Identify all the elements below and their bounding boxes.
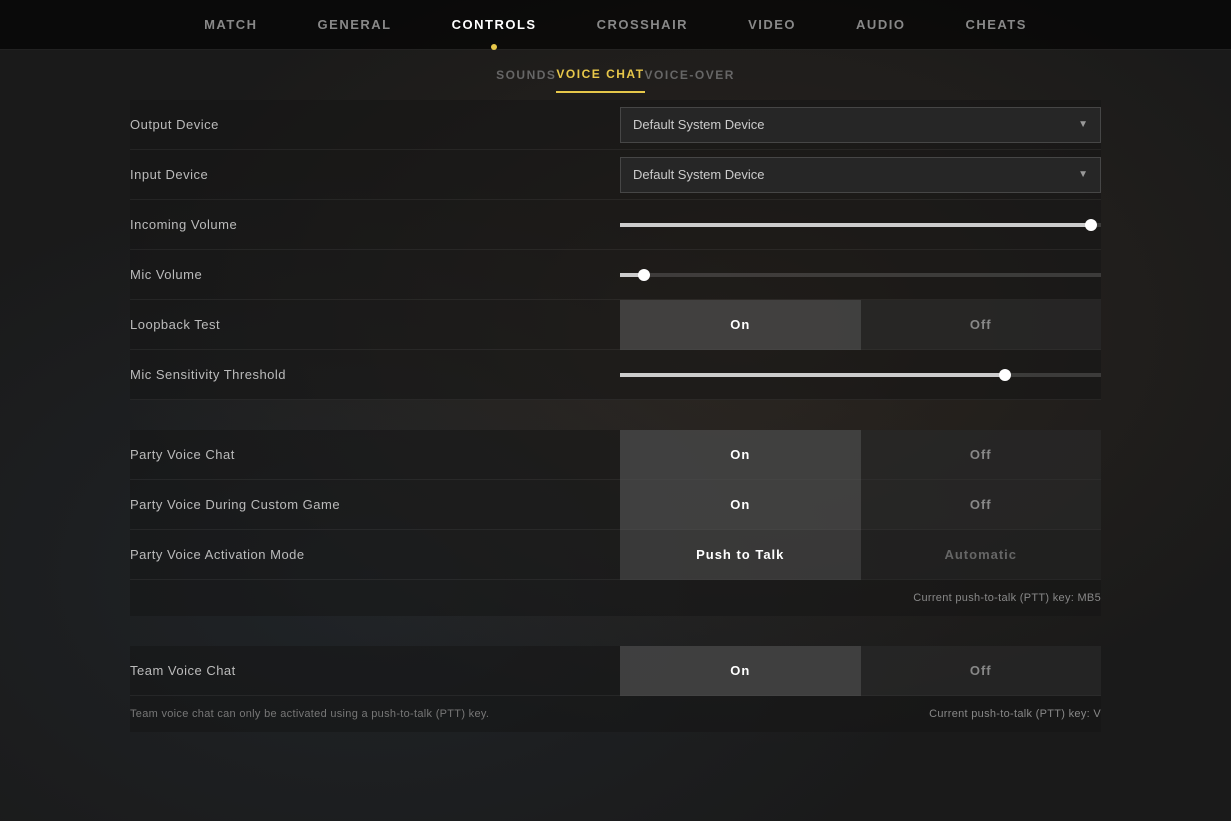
loopback-control: On Off [620, 300, 1101, 350]
output-device-value: Default System Device [633, 117, 765, 132]
incoming-volume-control [620, 223, 1101, 227]
nav-controls[interactable]: CONTROLS [422, 0, 567, 50]
subnav-voice-chat[interactable]: VOICE CHAT [556, 57, 644, 93]
mic-sens-slider[interactable] [620, 373, 1101, 377]
gap1 [130, 400, 1101, 430]
nav-match[interactable]: MATCH [174, 0, 287, 50]
team-ptt-note: Current push-to-talk (PTT) key: V [929, 708, 1101, 720]
nav-crosshair[interactable]: CROSSHAIR [567, 0, 719, 50]
incoming-volume-fill [620, 223, 1091, 227]
incoming-volume-thumb[interactable] [1085, 219, 1097, 231]
mic-volume-control [620, 273, 1101, 277]
output-device-control: Default System Device ▼ [620, 107, 1101, 143]
mic-volume-row: Mic Volume [130, 250, 1101, 300]
mic-sens-label: Mic Sensitivity Threshold [130, 367, 620, 382]
input-device-value: Default System Device [633, 167, 765, 182]
incoming-volume-label: Incoming Volume [130, 217, 620, 232]
party-activation-row: Party Voice Activation Mode Push to Talk… [130, 530, 1101, 580]
incoming-volume-slider[interactable] [620, 223, 1101, 227]
team-voice-label: Team Voice Chat [130, 663, 620, 678]
mic-sens-thumb[interactable] [999, 369, 1011, 381]
party-ptt-note: Current push-to-talk (PTT) key: MB5 [913, 592, 1101, 604]
party-ptt-note-row: Current push-to-talk (PTT) key: MB5 [130, 580, 1101, 616]
sub-nav: SOUNDS VOICE CHAT VOICE-OVER [0, 50, 1231, 100]
nav-video[interactable]: VIDEO [718, 0, 826, 50]
party-voice-label: Party Voice Chat [130, 447, 620, 462]
output-device-section: Output Device Default System Device ▼ In… [130, 100, 1101, 400]
output-device-label: Output Device [130, 117, 620, 132]
input-device-dropdown[interactable]: Default System Device ▼ [620, 157, 1101, 193]
team-voice-row: Team Voice Chat On Off [130, 646, 1101, 696]
party-custom-row: Party Voice During Custom Game On Off [130, 480, 1101, 530]
output-device-row: Output Device Default System Device ▼ [130, 100, 1101, 150]
mic-volume-slider[interactable] [620, 273, 1101, 277]
loopback-label: Loopback Test [130, 317, 620, 332]
output-device-dropdown[interactable]: Default System Device ▼ [620, 107, 1101, 143]
party-voice-section: Party Voice Chat On Off Party Voice Duri… [130, 430, 1101, 616]
input-device-row: Input Device Default System Device ▼ [130, 150, 1101, 200]
mic-sens-row: Mic Sensitivity Threshold [130, 350, 1101, 400]
nav-audio[interactable]: AUDIO [826, 0, 935, 50]
team-voice-section: Team Voice Chat On Off Team voice chat c… [130, 646, 1101, 732]
party-voice-row: Party Voice Chat On Off [130, 430, 1101, 480]
team-note-left: Team voice chat can only be activated us… [130, 708, 489, 720]
party-activation-control: Push to Talk Automatic [620, 530, 1101, 580]
party-voice-control: On Off [620, 430, 1101, 480]
team-note-row: Team voice chat can only be activated us… [130, 696, 1101, 732]
party-custom-on-button[interactable]: On [620, 480, 861, 530]
party-voice-on-button[interactable]: On [620, 430, 861, 480]
input-device-label: Input Device [130, 167, 620, 182]
party-activation-toggle: Push to Talk Automatic [620, 530, 1101, 580]
incoming-volume-row: Incoming Volume [130, 200, 1101, 250]
party-custom-toggle: On Off [620, 480, 1101, 530]
top-nav: MATCH GENERAL CONTROLS CROSSHAIR VIDEO A… [0, 0, 1231, 50]
dropdown-arrow-icon: ▼ [1078, 119, 1088, 130]
nav-cheats[interactable]: CHEATS [935, 0, 1056, 50]
party-voice-toggle: On Off [620, 430, 1101, 480]
party-custom-off-button[interactable]: Off [861, 480, 1102, 530]
mic-volume-thumb[interactable] [638, 269, 650, 281]
mic-sens-control [620, 373, 1101, 377]
team-voice-off-button[interactable]: Off [861, 646, 1102, 696]
subnav-sounds[interactable]: SOUNDS [496, 58, 556, 92]
party-activation-label: Party Voice Activation Mode [130, 547, 620, 562]
mic-volume-label: Mic Volume [130, 267, 620, 282]
gap2 [130, 616, 1101, 646]
nav-general[interactable]: GENERAL [288, 0, 422, 50]
loopback-on-button[interactable]: On [620, 300, 861, 350]
dropdown-arrow-icon2: ▼ [1078, 169, 1088, 180]
content-area: Output Device Default System Device ▼ In… [0, 100, 1231, 821]
mic-sens-fill [620, 373, 1005, 377]
loopback-row: Loopback Test On Off [130, 300, 1101, 350]
loopback-off-button[interactable]: Off [861, 300, 1102, 350]
team-voice-control: On Off [620, 646, 1101, 696]
party-custom-control: On Off [620, 480, 1101, 530]
loopback-toggle: On Off [620, 300, 1101, 350]
team-voice-on-button[interactable]: On [620, 646, 861, 696]
party-custom-label: Party Voice During Custom Game [130, 497, 620, 512]
subnav-voice-over[interactable]: VOICE-OVER [645, 58, 735, 92]
team-voice-toggle: On Off [620, 646, 1101, 696]
input-device-control: Default System Device ▼ [620, 157, 1101, 193]
party-voice-off-button[interactable]: Off [861, 430, 1102, 480]
party-auto-button[interactable]: Automatic [861, 530, 1102, 580]
party-ptt-button[interactable]: Push to Talk [620, 530, 861, 580]
